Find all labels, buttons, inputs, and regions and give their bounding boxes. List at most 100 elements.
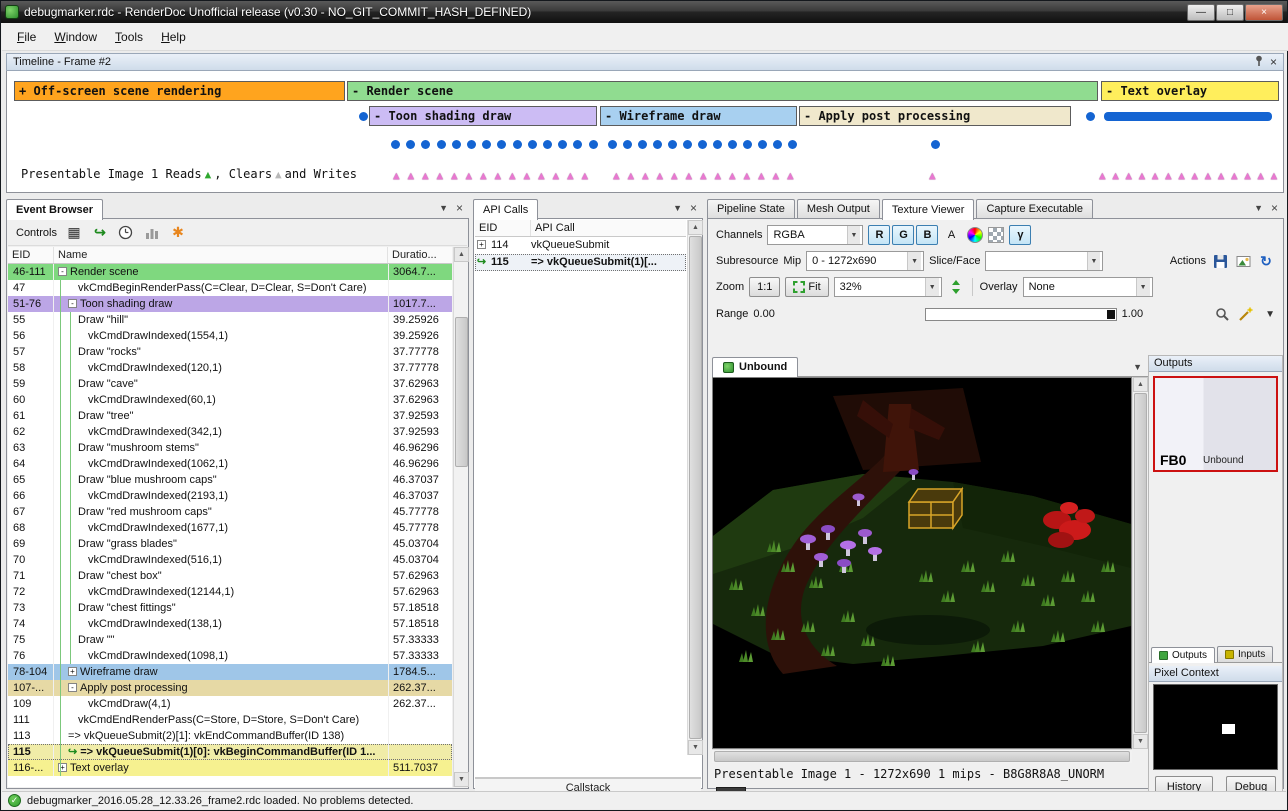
timeline-event-dot[interactable] [452, 140, 461, 149]
panel-close-icon[interactable]: × [456, 201, 463, 215]
event-row[interactable]: 74vkCmdDrawIndexed(138,1)57.18518 [8, 616, 452, 632]
scroll-down-icon[interactable]: ▼ [454, 772, 469, 787]
panel-close-icon[interactable]: × [1271, 201, 1278, 215]
time-durations-icon[interactable] [117, 224, 135, 242]
timeline-event-dot[interactable] [743, 140, 752, 149]
event-row[interactable]: 56vkCmdDrawIndexed(1554,1)39.25926 [8, 328, 452, 344]
tab-pipeline-state[interactable]: Pipeline State [707, 199, 795, 219]
expander-icon[interactable]: + [477, 240, 486, 249]
zoom-dropdown[interactable]: 32%▼ [834, 277, 942, 297]
toolbar-collapse-icon[interactable]: ▼ [1265, 309, 1275, 320]
event-row[interactable]: 78-104+Wireframe draw1784.5... [8, 664, 452, 680]
timeline-event-dot[interactable] [406, 140, 415, 149]
timeline-event-dot[interactable] [573, 140, 582, 149]
zoom-1to1-button[interactable]: 1:1 [749, 277, 780, 297]
timeline-event-dot[interactable] [698, 140, 707, 149]
texture-hscrollbar[interactable] [712, 749, 1132, 763]
scroll-up-icon[interactable]: ▲ [688, 220, 703, 235]
timeline-event-dot[interactable] [668, 140, 677, 149]
event-row[interactable]: 116-...+Text overlay511.7037 [8, 760, 452, 776]
tab-mesh-output[interactable]: Mesh Output [797, 199, 880, 219]
timeline-event-dot[interactable] [359, 112, 368, 121]
channel-a-button[interactable]: A [940, 225, 962, 245]
fb0-thumbnail[interactable]: FB0 Unbound [1153, 376, 1278, 472]
texture-tab-unbound[interactable]: Unbound [712, 357, 798, 377]
mip-dropdown[interactable]: 0 - 1272x690▼ [806, 251, 924, 271]
event-row[interactable]: 47vkCmdBeginRenderPass(C=Clear, D=Clear,… [8, 280, 452, 296]
scroll-thumb[interactable] [689, 236, 702, 739]
timeline-event-dot[interactable] [758, 140, 767, 149]
timeline-event-dot[interactable] [623, 140, 632, 149]
event-row[interactable]: 68vkCmdDrawIndexed(1677,1)45.77778 [8, 520, 452, 536]
event-row[interactable]: 72vkCmdDrawIndexed(12144,1)57.62963 [8, 584, 452, 600]
panel-menu-icon[interactable]: ▼ [1254, 203, 1263, 213]
event-row[interactable]: 76vkCmdDrawIndexed(1098,1)57.33333 [8, 648, 452, 664]
scroll-thumb[interactable] [714, 751, 1130, 762]
expander-icon[interactable]: - [58, 267, 67, 276]
event-row[interactable]: 63Draw "mushroom stems"46.96296 [8, 440, 452, 456]
timeline-section-bar[interactable]: - Text overlay [1101, 81, 1279, 101]
timeline-event-dot[interactable] [528, 140, 537, 149]
texture-tab-list-icon[interactable]: ▼ [1133, 362, 1148, 376]
timeline-event-dot[interactable] [608, 140, 617, 149]
timeline-event-dot[interactable] [713, 140, 722, 149]
menu-item-tools[interactable]: Tools [106, 26, 152, 48]
timeline-close-icon[interactable]: × [1270, 55, 1277, 69]
zoom-range-icon[interactable] [1213, 305, 1231, 323]
panel-close-icon[interactable]: × [690, 201, 697, 215]
event-row[interactable]: 75Draw ""57.33333 [8, 632, 452, 648]
timeline-event-dot[interactable] [421, 140, 430, 149]
flip-y-icon[interactable] [947, 278, 965, 296]
autofit-wand-icon[interactable] [1236, 305, 1254, 323]
menu-item-file[interactable]: File [8, 26, 45, 48]
timeline-event-dot[interactable] [788, 140, 797, 149]
timeline-event-dot[interactable] [728, 140, 737, 149]
timeline-section-bar[interactable]: - Render scene [347, 81, 1098, 101]
event-row[interactable]: 61Draw "tree"37.92593 [8, 408, 452, 424]
timeline-canvas[interactable]: Presentable Image 1 Reads▲, Clears▲and W… [6, 71, 1284, 193]
fit-button[interactable]: Fit [785, 277, 828, 297]
save-icon[interactable] [1211, 252, 1229, 270]
scroll-down-icon[interactable]: ▼ [1133, 734, 1148, 749]
expander-icon[interactable]: - [68, 683, 77, 692]
timeline-event-dot[interactable] [482, 140, 491, 149]
event-row[interactable]: 51-76-Toon shading draw1017.7... [8, 296, 452, 312]
event-row[interactable]: 111vkCmdEndRenderPass(C=Store, D=Store, … [8, 712, 452, 728]
timeline-event-dot[interactable] [543, 140, 552, 149]
panel-menu-icon[interactable]: ▼ [673, 203, 682, 213]
browse-icon[interactable]: ▦ [65, 224, 83, 242]
texture-vscrollbar[interactable]: ▲ ▼ [1132, 377, 1147, 749]
timeline-event-dot[interactable] [931, 140, 940, 149]
export-image-icon[interactable] [1234, 252, 1252, 270]
event-row[interactable]: 70vkCmdDrawIndexed(516,1)45.03704 [8, 552, 452, 568]
range-slider-thumb[interactable] [1107, 310, 1115, 319]
pin-icon[interactable] [1254, 55, 1264, 69]
event-row[interactable]: 55Draw "hill"39.25926 [8, 312, 452, 328]
refresh-icon[interactable]: ↻ [1257, 252, 1275, 270]
overlay-dropdown[interactable]: None▼ [1023, 277, 1153, 297]
channel-r-button[interactable]: R [868, 225, 890, 245]
maximize-button[interactable]: □ [1216, 4, 1244, 21]
pixel-context-view[interactable] [1153, 684, 1278, 770]
timeline-event-dot[interactable] [773, 140, 782, 149]
event-row[interactable]: 71Draw "chest box"57.62963 [8, 568, 452, 584]
tab-api-calls[interactable]: API Calls [473, 199, 538, 220]
menu-item-help[interactable]: Help [152, 26, 195, 48]
timeline-section-bar[interactable]: - Toon shading draw [369, 106, 597, 126]
event-row[interactable]: 73Draw "chest fittings"57.18518 [8, 600, 452, 616]
event-browser-scrollbar[interactable]: ▲ ▼ [453, 247, 468, 787]
scroll-up-icon[interactable]: ▲ [454, 247, 469, 262]
event-row[interactable]: 62vkCmdDrawIndexed(342,1)37.92593 [8, 424, 452, 440]
timeline-event-dot[interactable] [497, 140, 506, 149]
event-row[interactable]: 64vkCmdDrawIndexed(1062,1)46.96296 [8, 456, 452, 472]
timeline-event-dot[interactable] [391, 140, 400, 149]
timeline-event-dot[interactable] [437, 140, 446, 149]
event-row[interactable]: 66vkCmdDrawIndexed(2193,1)46.37037 [8, 488, 452, 504]
timeline-event-dot[interactable] [638, 140, 647, 149]
scroll-down-icon[interactable]: ▼ [688, 740, 703, 755]
tab-texture-viewer[interactable]: Texture Viewer [882, 199, 975, 220]
event-row[interactable]: 109vkCmdDraw(4,1)262.37... [8, 696, 452, 712]
api-row[interactable]: ↪115=> vkQueueSubmit(1)[... [475, 254, 686, 271]
sliceface-dropdown[interactable]: ▼ [985, 251, 1103, 271]
tab-inputs[interactable]: Inputs [1217, 646, 1273, 662]
